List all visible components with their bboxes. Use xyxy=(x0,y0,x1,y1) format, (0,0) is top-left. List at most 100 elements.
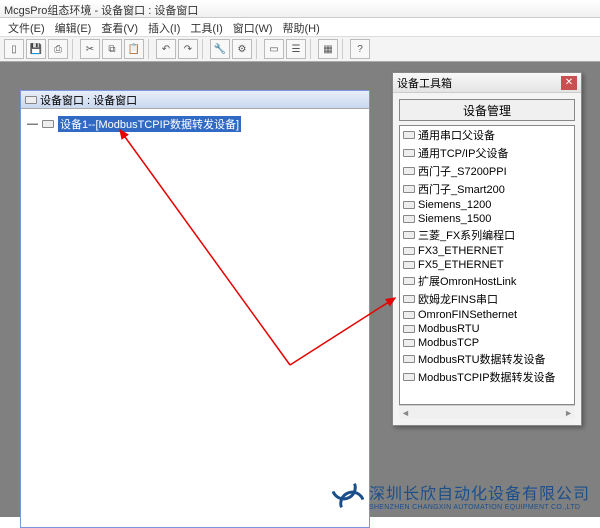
close-icon[interactable]: ✕ xyxy=(561,76,577,90)
device-list-label: Siemens_1500 xyxy=(418,213,491,225)
menu-tools[interactable]: 工具(I) xyxy=(186,19,226,35)
device-list-label: ModbusRTU数据转发设备 xyxy=(418,351,546,367)
device-list-label: 通用TCP/IP父设备 xyxy=(418,145,508,161)
device-icon xyxy=(403,339,415,347)
device-window-title-text: 设备窗口 : 设备窗口 xyxy=(40,92,137,108)
device-icon xyxy=(403,277,415,285)
tool-list-icon[interactable]: ☰ xyxy=(286,39,306,59)
app-titlebar: McgsPro组态环境 - 设备窗口 : 设备窗口 xyxy=(0,0,600,18)
device-list-item[interactable]: OmronFINSethernet xyxy=(400,308,574,322)
device-list-item[interactable]: ModbusTCP xyxy=(400,336,574,350)
device-list-item[interactable]: ModbusRTU数据转发设备 xyxy=(400,350,574,368)
tool-help-icon[interactable]: ? xyxy=(350,39,370,59)
device-list-label: 扩展OmronHostLink xyxy=(418,273,516,289)
device-icon xyxy=(42,120,54,128)
device-icon xyxy=(403,215,415,223)
tool-save-icon[interactable]: 💾 xyxy=(26,39,46,59)
device-icon xyxy=(403,261,415,269)
menu-edit[interactable]: 编辑(E) xyxy=(51,19,96,35)
device-list-label: 西门子_Smart200 xyxy=(418,181,505,197)
menu-help[interactable]: 帮助(H) xyxy=(279,19,324,35)
device-icon xyxy=(403,201,415,209)
device-icon xyxy=(403,295,415,303)
menu-file[interactable]: 文件(E) xyxy=(4,19,49,35)
device-manage-button[interactable]: 设备管理 xyxy=(399,99,575,121)
toolbar-separator xyxy=(202,39,206,59)
device-list-label: 三菱_FX系列编程口 xyxy=(418,227,515,243)
toolbar-separator xyxy=(72,39,76,59)
device-icon xyxy=(403,355,415,363)
toolbar-separator xyxy=(256,39,260,59)
device-icon xyxy=(403,167,415,175)
device-list-label: ModbusTCPIP数据转发设备 xyxy=(418,369,556,385)
device-tree[interactable]: — 设备1--[ModbusTCPIP数据转发设备] xyxy=(21,109,369,527)
window-icon xyxy=(25,96,37,104)
watermark-en: SHENZHEN CHANGXIN AUTOMATION EQUIPMENT C… xyxy=(369,504,590,511)
toolbar-separator xyxy=(310,39,314,59)
device-list-label: 欧姆龙FINS串口 xyxy=(418,291,498,307)
device-list-item[interactable]: 三菱_FX系列编程口 xyxy=(400,226,574,244)
device-list-label: 西门子_S7200PPI xyxy=(418,163,507,179)
device-list-item[interactable]: FX3_ETHERNET xyxy=(400,244,574,258)
tool-cut-icon[interactable]: ✂ xyxy=(80,39,100,59)
device-icon xyxy=(403,231,415,239)
tool-redo-icon[interactable]: ↷ xyxy=(178,39,198,59)
menu-view[interactable]: 查看(V) xyxy=(97,19,142,35)
device-list-label: 通用串口父设备 xyxy=(418,127,495,143)
tree-connector: — xyxy=(27,118,38,130)
device-list-item[interactable]: ModbusRTU xyxy=(400,322,574,336)
tool-toolbox-icon[interactable]: 🔧 xyxy=(210,39,230,59)
watermark-text: 深圳长欣自动化设备有限公司 SHENZHEN CHANGXIN AUTOMATI… xyxy=(369,480,590,511)
toolbar-separator xyxy=(148,39,152,59)
tool-settings-icon[interactable]: ⚙ xyxy=(232,39,252,59)
device-list-item[interactable]: 通用串口父设备 xyxy=(400,126,574,144)
device-icon xyxy=(403,149,415,157)
horizontal-scrollbar[interactable]: ◄► xyxy=(399,405,575,419)
tree-item-label: 设备1--[ModbusTCPIP数据转发设备] xyxy=(58,116,241,132)
device-window-title: 设备窗口 : 设备窗口 xyxy=(21,91,369,109)
device-list[interactable]: 通用串口父设备通用TCP/IP父设备西门子_S7200PPI 西门子_Smart2… xyxy=(399,125,575,405)
device-list-item[interactable]: 西门子_S7200PPI xyxy=(400,162,574,180)
device-list-label: OmronFINSethernet xyxy=(418,309,517,321)
device-icon xyxy=(403,247,415,255)
device-list-item[interactable]: 欧姆龙FINS串口 xyxy=(400,290,574,308)
device-list-item[interactable]: FX5_ETHERNET xyxy=(400,258,574,272)
device-icon xyxy=(403,185,415,193)
menu-window[interactable]: 窗口(W) xyxy=(229,19,277,35)
toolbox-titlebar: 设备工具箱 ✕ xyxy=(393,73,581,93)
device-icon xyxy=(403,373,415,381)
device-icon xyxy=(403,325,415,333)
device-list-label: Siemens_1200 xyxy=(418,199,491,211)
device-toolbox: 设备工具箱 ✕ 设备管理 通用串口父设备通用TCP/IP父设备西门子_S7200… xyxy=(392,72,582,426)
tree-item-device1[interactable]: — 设备1--[ModbusTCPIP数据转发设备] xyxy=(25,115,365,133)
toolbox-title-text: 设备工具箱 xyxy=(397,75,452,91)
device-list-item[interactable]: 西门子_Smart200 xyxy=(400,180,574,198)
menu-insert[interactable]: 插入(I) xyxy=(144,19,184,35)
tool-paste-icon[interactable]: 📋 xyxy=(124,39,144,59)
device-list-item[interactable]: 通用TCP/IP父设备 xyxy=(400,144,574,162)
toolbar-separator xyxy=(342,39,346,59)
toolbar: ▯ 💾 ⎙ ✂ ⧉ 📋 ↶ ↷ 🔧 ⚙ ▭ ☰ ▦ ? xyxy=(0,36,600,62)
device-list-item[interactable]: 扩展OmronHostLink xyxy=(400,272,574,290)
device-list-item[interactable]: ModbusTCPIP数据转发设备 xyxy=(400,368,574,386)
tool-db-icon[interactable]: ▦ xyxy=(318,39,338,59)
watermark: 深圳长欣自动化设备有限公司 SHENZHEN CHANGXIN AUTOMATI… xyxy=(333,480,590,511)
tool-open-icon[interactable]: ▯ xyxy=(4,39,24,59)
tool-print-icon[interactable]: ⎙ xyxy=(48,39,68,59)
watermark-logo-icon xyxy=(333,483,363,509)
tool-copy-icon[interactable]: ⧉ xyxy=(102,39,122,59)
device-list-label: ModbusRTU xyxy=(418,323,480,335)
menu-bar: 文件(E) 编辑(E) 查看(V) 插入(I) 工具(I) 窗口(W) 帮助(H… xyxy=(0,18,600,36)
toolbox-body: 设备管理 通用串口父设备通用TCP/IP父设备西门子_S7200PPI 西门子_S… xyxy=(393,93,581,425)
device-icon xyxy=(403,311,415,319)
device-list-label: ModbusTCP xyxy=(418,337,479,349)
device-list-item[interactable]: Siemens_1500 xyxy=(400,212,574,226)
tool-window-icon[interactable]: ▭ xyxy=(264,39,284,59)
device-window: 设备窗口 : 设备窗口 — 设备1--[ModbusTCPIP数据转发设备] xyxy=(20,90,370,528)
device-icon xyxy=(403,131,415,139)
device-list-item[interactable]: Siemens_1200 xyxy=(400,198,574,212)
watermark-cn: 深圳长欣自动化设备有限公司 xyxy=(369,480,590,504)
device-list-label: FX3_ETHERNET xyxy=(418,245,504,257)
device-list-label: FX5_ETHERNET xyxy=(418,259,504,271)
tool-undo-icon[interactable]: ↶ xyxy=(156,39,176,59)
